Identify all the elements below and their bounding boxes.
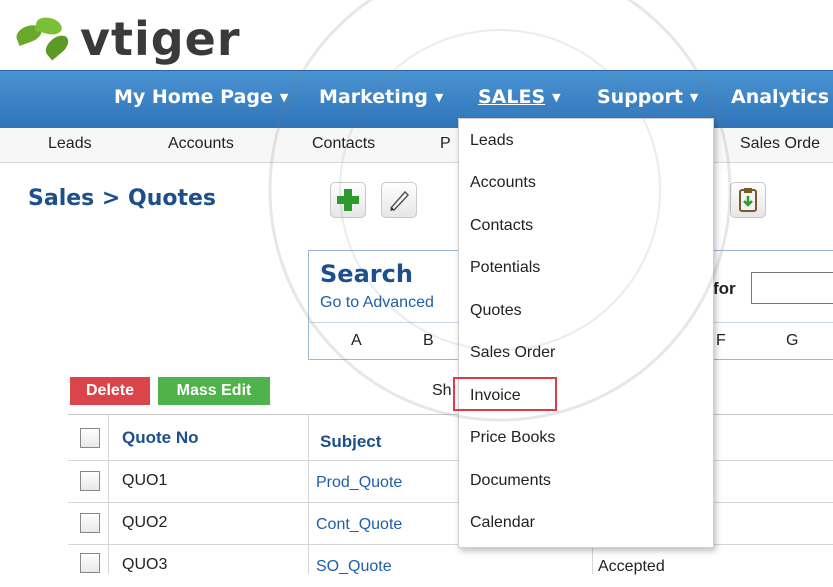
select-all-checkbox[interactable] bbox=[80, 428, 100, 448]
menu-item-price-books[interactable]: Price Books bbox=[470, 429, 555, 447]
logo-text: vtiger bbox=[80, 12, 241, 66]
nav-marketing[interactable]: Marketing ▼ bbox=[319, 86, 443, 108]
alpha-filter-g[interactable]: G bbox=[786, 332, 798, 350]
nav-label: Marketing bbox=[319, 86, 428, 108]
table-row bbox=[68, 460, 833, 503]
quote-no-cell: QUO3 bbox=[122, 556, 168, 573]
caret-down-icon: ▼ bbox=[689, 91, 699, 104]
alpha-filter-a[interactable]: A bbox=[351, 332, 362, 350]
create-quote-button[interactable] bbox=[330, 182, 366, 218]
subnav-accounts[interactable]: Accounts bbox=[168, 135, 234, 153]
nav-label: SALES bbox=[478, 86, 546, 108]
alpha-filter-f[interactable]: F bbox=[716, 332, 726, 350]
logo-leaf-icon bbox=[41, 31, 73, 61]
search-input[interactable] bbox=[751, 272, 833, 304]
table-row bbox=[68, 502, 833, 545]
row-checkbox[interactable] bbox=[80, 513, 100, 533]
menu-item-accounts[interactable]: Accounts bbox=[470, 174, 536, 192]
advanced-search-link[interactable]: Go to Advanced bbox=[320, 294, 434, 312]
column-header-subject[interactable]: Subject bbox=[320, 432, 381, 452]
menu-item-documents[interactable]: Documents bbox=[470, 472, 551, 490]
nav-label: Analytics bbox=[731, 86, 830, 108]
edit-button[interactable] bbox=[381, 182, 417, 218]
subnav-sales-order[interactable]: Sales Orde bbox=[740, 135, 820, 153]
quote-no-cell: QUO1 bbox=[122, 472, 168, 489]
menu-item-leads[interactable]: Leads bbox=[470, 132, 514, 150]
caret-down-icon: ▼ bbox=[279, 91, 289, 104]
row-checkbox[interactable] bbox=[80, 471, 100, 491]
breadcrumb: Sales > Quotes bbox=[28, 186, 217, 211]
edit-icon bbox=[389, 190, 410, 211]
nav-label: Support bbox=[597, 86, 683, 108]
menu-item-potentials[interactable]: Potentials bbox=[470, 259, 540, 277]
row-checkbox[interactable] bbox=[80, 553, 100, 573]
nav-analytics[interactable]: Analytics bbox=[731, 86, 829, 108]
search-title: Search bbox=[320, 260, 413, 288]
subnav-potentials-partial[interactable]: P bbox=[440, 135, 451, 153]
quote-no-cell: QUO2 bbox=[122, 514, 168, 531]
subject-link[interactable]: Prod_Quote bbox=[316, 474, 402, 492]
nav-label: My Home Page bbox=[114, 86, 273, 108]
subject-link[interactable]: SO_Quote bbox=[316, 558, 392, 576]
clipboard-button[interactable] bbox=[730, 182, 766, 218]
subnav-contacts[interactable]: Contacts bbox=[312, 135, 375, 153]
column-header-quote-no[interactable]: Quote No bbox=[122, 428, 199, 448]
nav-sales[interactable]: SALES ▼ bbox=[478, 86, 561, 108]
invoice-highlight-box bbox=[453, 377, 557, 411]
mass-edit-button[interactable]: Mass Edit bbox=[158, 377, 270, 405]
subnav-leads[interactable]: Leads bbox=[48, 135, 92, 153]
nav-support[interactable]: Support ▼ bbox=[597, 86, 698, 108]
subject-link[interactable]: Cont_Quote bbox=[316, 516, 402, 534]
quote-stage-cell: Accepted bbox=[598, 558, 665, 575]
search-for-label: for bbox=[713, 279, 736, 298]
menu-item-contacts[interactable]: Contacts bbox=[470, 217, 533, 235]
add-icon bbox=[337, 189, 359, 211]
clipboard-icon bbox=[739, 188, 757, 212]
menu-item-calendar[interactable]: Calendar bbox=[470, 514, 535, 532]
caret-down-icon: ▼ bbox=[552, 91, 561, 104]
menu-item-sales-order[interactable]: Sales Order bbox=[470, 344, 555, 362]
menu-item-quotes[interactable]: Quotes bbox=[470, 302, 522, 320]
vtiger-logo[interactable]: vtiger bbox=[14, 8, 314, 68]
caret-down-icon: ▼ bbox=[434, 91, 444, 104]
alpha-filter-b[interactable]: B bbox=[423, 332, 434, 350]
delete-button[interactable]: Delete bbox=[70, 377, 150, 405]
nav-my-home-page[interactable]: My Home Page ▼ bbox=[114, 86, 288, 108]
table-row bbox=[68, 544, 833, 587]
show-records-text: Sh bbox=[432, 382, 452, 399]
